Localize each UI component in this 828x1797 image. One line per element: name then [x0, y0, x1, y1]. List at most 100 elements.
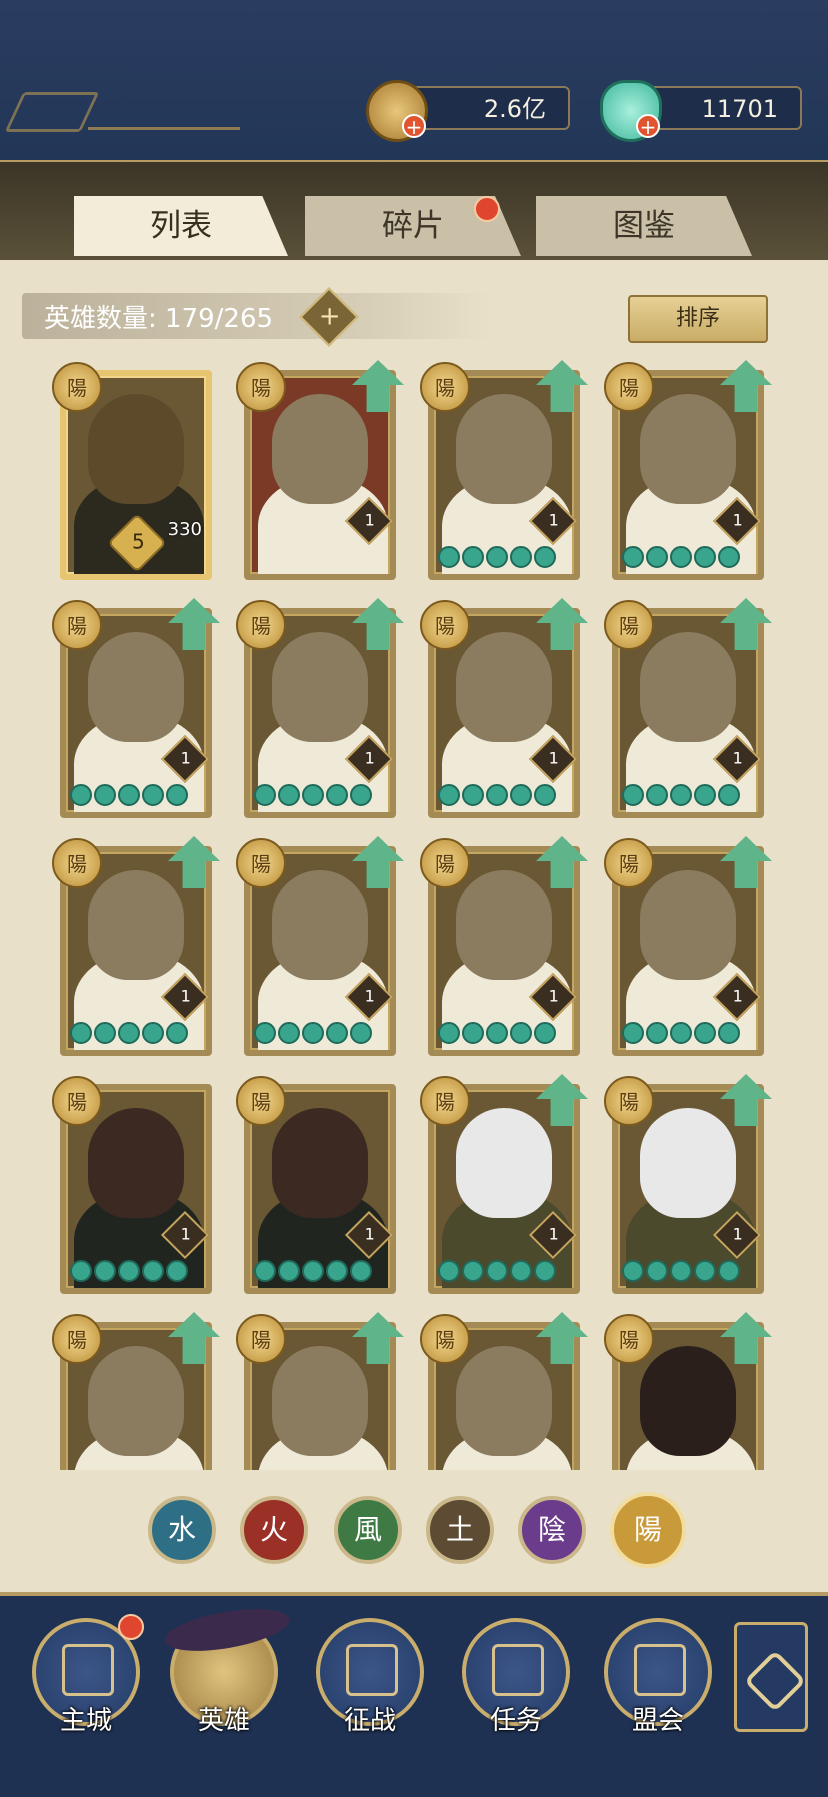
jade-star-icon — [646, 784, 668, 806]
hero-level: 1 — [548, 510, 559, 530]
yang-element-badge: 陽 — [236, 600, 286, 650]
jade-star-icon — [142, 784, 164, 806]
jade-star-icon — [278, 1260, 300, 1282]
jade-star-icon — [694, 784, 716, 806]
star-row — [70, 784, 202, 806]
hero-head — [640, 1346, 736, 1456]
jade-star-icon — [534, 784, 556, 806]
element-filter-button[interactable]: 水 — [148, 1496, 216, 1564]
jade-star-icon — [534, 546, 556, 568]
hero-level: 1 — [732, 1224, 743, 1244]
nav-label: 英雄 — [197, 1706, 250, 1736]
jade-star-icon — [462, 546, 484, 568]
jade-star-icon — [718, 1260, 740, 1282]
hero-head — [88, 870, 184, 980]
hero-card[interactable]: 陽 — [236, 1312, 404, 1470]
hero-card[interactable]: 陽1 — [420, 836, 588, 1056]
yang-element-badge: 陽 — [236, 362, 286, 412]
hero-card[interactable]: 陽1 — [52, 836, 220, 1056]
add-coin-button[interactable]: + — [402, 114, 426, 138]
element-filter-button[interactable]: 陽 — [610, 1492, 686, 1568]
yang-element-badge: 陽 — [420, 362, 470, 412]
hero-card[interactable]: 陽1 — [604, 1074, 772, 1294]
hero-card[interactable]: 陽1 — [236, 598, 404, 818]
element-filter-button[interactable]: 火 — [240, 1496, 308, 1564]
hero-card[interactable]: 陽1 — [52, 598, 220, 818]
hero-level: 1 — [548, 748, 559, 768]
jade-star-icon — [326, 1260, 348, 1282]
hero-level: 1 — [548, 986, 559, 1006]
hero-card[interactable]: 陽1 — [420, 360, 588, 580]
hero-card[interactable]: 陽1 — [52, 1076, 212, 1294]
hero-card[interactable]: 陽1 — [420, 598, 588, 818]
element-filter-button[interactable]: 陰 — [518, 1496, 586, 1564]
hero-power: 330 — [167, 519, 202, 540]
yang-element-badge: 陽 — [604, 600, 654, 650]
hero-card[interactable]: 陽 — [52, 1312, 220, 1470]
yang-element-badge: 陽 — [420, 1076, 470, 1126]
nav-label: 任务 — [489, 1706, 542, 1736]
jade-star-icon — [534, 1260, 556, 1282]
hero-card[interactable]: 陽1 — [604, 598, 772, 818]
hero-level: 1 — [180, 986, 191, 1006]
jade-star-icon — [118, 784, 140, 806]
nav-label: 征战 — [343, 1706, 396, 1736]
jade-star-icon — [534, 1022, 556, 1044]
hero-level: 1 — [548, 1224, 559, 1244]
yang-element-badge: 陽 — [52, 1076, 102, 1126]
tab-codex[interactable]: 图鉴 — [536, 196, 752, 256]
jade-star-icon — [622, 546, 644, 568]
element-filter-button[interactable]: 土 — [426, 1496, 494, 1564]
jade-star-icon — [622, 1022, 644, 1044]
hero-head — [640, 1108, 736, 1218]
hero-card[interactable]: 陽1 — [236, 836, 404, 1056]
hero-card[interactable]: 陽 — [604, 1312, 772, 1470]
logo-icon — [4, 92, 100, 132]
hero-head — [640, 394, 736, 504]
notification-dot — [118, 1614, 144, 1640]
hero-card[interactable]: 陽 5 330 — [52, 362, 212, 580]
yang-element-badge: 陽 — [604, 1076, 654, 1126]
jade-star-icon — [718, 546, 740, 568]
decorative-line — [88, 127, 240, 130]
hero-head — [640, 870, 736, 980]
hero-card[interactable]: 陽1 — [604, 836, 772, 1056]
hero-card[interactable]: 陽 — [420, 1312, 588, 1470]
star-row — [622, 1260, 754, 1282]
yang-element-badge: 陽 — [52, 838, 102, 888]
jade-star-icon — [670, 546, 692, 568]
element-filter-button[interactable]: 風 — [334, 1496, 402, 1564]
star-row — [438, 546, 570, 568]
jade-star-icon — [718, 1022, 740, 1044]
add-gem-button[interactable]: + — [636, 114, 660, 138]
jade-star-icon — [254, 1260, 276, 1282]
hero-head — [88, 394, 184, 504]
jade-star-icon — [94, 1260, 116, 1282]
jade-star-icon — [326, 1022, 348, 1044]
star-row — [622, 546, 754, 568]
jade-star-icon — [486, 546, 508, 568]
jade-star-icon — [438, 1260, 460, 1282]
jade-star-icon — [254, 784, 276, 806]
star-row — [70, 1260, 202, 1282]
jade-star-icon — [462, 1260, 484, 1282]
star-rank: 5 — [132, 529, 145, 554]
hero-head — [456, 394, 552, 504]
hero-card[interactable]: 陽1 — [420, 1074, 588, 1294]
hero-card[interactable]: 陽1 — [236, 360, 404, 580]
nav-label: 主城 — [59, 1706, 112, 1736]
tab-list[interactable]: 列表 — [74, 196, 288, 256]
nav-label: 盟会 — [631, 1706, 684, 1736]
hero-head — [640, 632, 736, 742]
jade-star-icon — [670, 1022, 692, 1044]
jade-star-icon — [254, 1022, 276, 1044]
menu-button[interactable] — [734, 1622, 808, 1732]
hero-head — [272, 1108, 368, 1218]
nav-icon — [62, 1644, 114, 1696]
sort-button[interactable]: 排序 — [628, 295, 768, 343]
hero-count-label: 英雄数量: 179/265 — [44, 304, 274, 334]
hero-card[interactable]: 陽1 — [236, 1076, 396, 1294]
jade-star-icon — [278, 1022, 300, 1044]
star-row — [254, 784, 386, 806]
hero-card[interactable]: 陽1 — [604, 360, 772, 580]
